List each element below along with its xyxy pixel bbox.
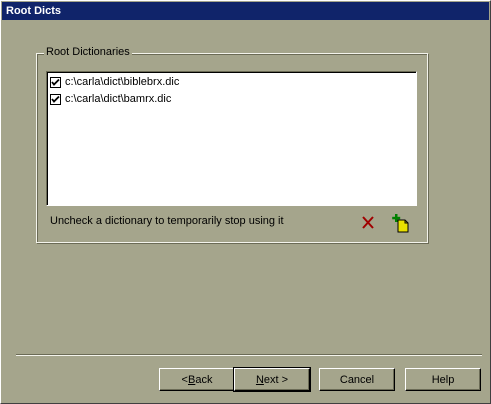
- group-label: Root Dictionaries: [44, 46, 132, 59]
- list-item[interactable]: c:\carla\dict\bamrx.dic: [50, 91, 171, 107]
- delete-x-icon: [362, 216, 374, 229]
- window-title: Root Dicts: [6, 5, 61, 17]
- list-item[interactable]: c:\carla\dict\biblebrx.dic: [50, 74, 179, 90]
- dialog-window: Root Dicts Root Dictionaries c:\carla\di…: [0, 0, 491, 404]
- help-button[interactable]: Help: [405, 368, 481, 391]
- dictionary-path: c:\carla\dict\bamrx.dic: [65, 93, 172, 105]
- add-dictionary-button[interactable]: [391, 213, 411, 233]
- add-file-icon: [392, 214, 409, 233]
- title-bar: Root Dicts: [2, 2, 489, 20]
- hint-text: Uncheck a dictionary to temporarily stop…: [50, 215, 284, 227]
- dictionary-checkbox[interactable]: [50, 76, 61, 88]
- dictionary-path: c:\carla\dict\biblebrx.dic: [65, 76, 180, 88]
- remove-dictionary-button[interactable]: [359, 213, 379, 233]
- footer-separator: [16, 354, 482, 356]
- dictionary-list[interactable]: c:\carla\dict\biblebrx.dic c:\carla\dict…: [46, 71, 417, 206]
- next-button[interactable]: Next >: [233, 367, 311, 392]
- dictionary-checkbox[interactable]: [50, 93, 61, 105]
- cancel-button[interactable]: Cancel: [319, 368, 395, 391]
- back-button[interactable]: < Back: [159, 368, 235, 391]
